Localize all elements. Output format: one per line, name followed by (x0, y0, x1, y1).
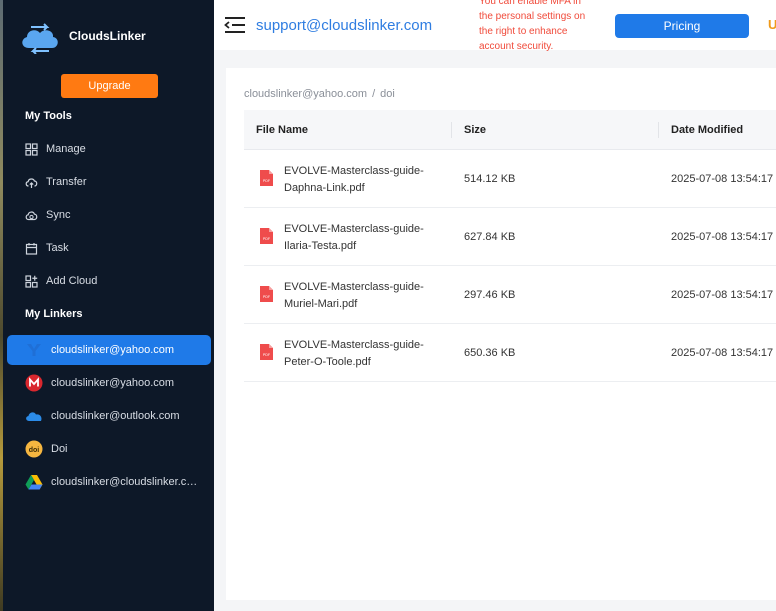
linker-item-mega[interactable]: cloudslinker@yahoo.com (7, 368, 211, 398)
nav-item-label: Sync (46, 209, 71, 221)
nav-item-label: Task (46, 242, 69, 254)
top-bar: support@cloudslinker.com You can enable … (214, 0, 776, 52)
nav-item-task[interactable]: Task (25, 238, 69, 258)
cloudslinker-logo-icon (22, 23, 58, 54)
breadcrumb: cloudslinker@yahoo.com / doi (244, 88, 395, 100)
truncated-header-item[interactable]: U (768, 17, 776, 32)
brand[interactable]: CloudsLinker (17, 18, 146, 54)
pricing-button[interactable]: Pricing (615, 14, 749, 38)
svg-text:doi: doi (29, 447, 40, 454)
column-divider (451, 122, 452, 138)
pdf-file-icon: PDF (260, 344, 273, 360)
onedrive-icon (25, 407, 43, 425)
file-name-line: EVOLVE-Masterclass-guide- (284, 223, 424, 235)
brand-name: CloudsLinker (69, 29, 146, 43)
linker-item-doi[interactable]: doi Doi (7, 434, 211, 464)
my-tools-title: My Tools (25, 110, 72, 122)
file-date-modified: 2025-07-08 13:54:17 (671, 173, 774, 185)
my-linkers-title: My Linkers (25, 308, 83, 320)
nav-item-manage[interactable]: Manage (25, 139, 86, 159)
file-name-line: Muriel-Mari.pdf (284, 298, 358, 310)
nav-item-label: Add Cloud (46, 275, 98, 287)
svg-text:PDF: PDF (263, 353, 271, 357)
file-name[interactable]: EVOLVE-Masterclass-guide- Muriel-Mari.pd… (284, 279, 434, 313)
column-header-size[interactable]: Size (464, 124, 486, 136)
mfa-notice: You can enable MFA in the personal setti… (479, 0, 609, 54)
mfa-notice-line: You can enable MFA in (479, 0, 581, 7)
nav-item-sync[interactable]: Sync (25, 205, 70, 225)
file-date-modified: 2025-07-08 13:54:17 (671, 347, 774, 359)
file-name-line: EVOLVE-Masterclass-guide- (284, 339, 424, 351)
linker-item-google-drive[interactable]: cloudslinker@cloudslinker.co... (7, 467, 211, 497)
pdf-file-icon: PDF (260, 228, 273, 244)
svg-text:PDF: PDF (263, 179, 271, 183)
pdf-file-icon: PDF (260, 286, 273, 302)
table-header: File Name Size Date Modified (244, 110, 776, 150)
file-size: 297.46 KB (464, 289, 516, 301)
column-header-file-name[interactable]: File Name (256, 124, 308, 136)
file-name-line: EVOLVE-Masterclass-guide- (284, 281, 424, 293)
file-name-line: EVOLVE-Masterclass-guide- (284, 165, 424, 177)
cloud-sync-icon (25, 210, 38, 220)
sidebar: CloudsLinker Upgrade My Tools Manage Tra… (3, 0, 214, 611)
doi-icon: doi (25, 440, 43, 458)
linker-label: cloudslinker@outlook.com (51, 410, 180, 422)
table-row[interactable]: PDF EVOLVE-Masterclass-guide- Peter-O-To… (244, 324, 776, 382)
file-name[interactable]: EVOLVE-Masterclass-guide- Peter-O-Toole.… (284, 337, 434, 371)
mfa-notice-line: account security. (479, 41, 554, 52)
column-header-date-modified[interactable]: Date Modified (671, 124, 743, 136)
file-date-modified: 2025-07-08 13:54:17 (671, 231, 774, 243)
nav-item-label: Manage (46, 143, 86, 155)
google-drive-icon (25, 473, 43, 491)
svg-text:PDF: PDF (263, 295, 271, 299)
main-content: support@cloudslinker.com You can enable … (214, 0, 776, 611)
file-size: 627.84 KB (464, 231, 516, 243)
file-size: 514.12 KB (464, 173, 516, 185)
linker-item-outlook[interactable]: cloudslinker@outlook.com (7, 401, 211, 431)
file-name-line: Ilaria-Testa.pdf (284, 240, 357, 252)
table-row[interactable]: PDF EVOLVE-Masterclass-guide- Daphna-Lin… (244, 150, 776, 208)
table-row[interactable]: PDF EVOLVE-Masterclass-guide- Ilaria-Tes… (244, 208, 776, 266)
file-browser-panel: cloudslinker@yahoo.com / doi File Name S… (226, 68, 776, 600)
file-name-line: Peter-O-Toole.pdf (284, 356, 371, 368)
calendar-icon (25, 242, 38, 255)
nav-item-add-cloud[interactable]: Add Cloud (25, 271, 97, 291)
breadcrumb-separator: / (372, 88, 376, 100)
pdf-file-icon: PDF (260, 170, 273, 186)
file-name-line: Daphna-Link.pdf (284, 182, 365, 194)
account-email: support@cloudslinker.com (256, 17, 433, 34)
svg-text:PDF: PDF (263, 237, 271, 241)
column-divider (658, 122, 659, 138)
linker-label: cloudslinker@cloudslinker.co... (51, 476, 201, 488)
file-size: 650.36 KB (464, 347, 516, 359)
linker-item-yahoo-active[interactable]: cloudslinker@yahoo.com (7, 335, 211, 365)
linker-label: cloudslinker@yahoo.com (51, 344, 175, 356)
nav-item-label: Transfer (46, 176, 87, 188)
mfa-notice-line: the personal settings on (479, 11, 586, 22)
file-date-modified: 2025-07-08 13:54:17 (671, 289, 774, 301)
linker-label: cloudslinker@yahoo.com (51, 377, 175, 389)
linker-label: Doi (51, 443, 68, 455)
collapse-menu-icon[interactable] (224, 16, 246, 34)
mfa-notice-line: the right to enhance (479, 26, 568, 37)
cloud-upload-icon (25, 177, 38, 188)
upgrade-button[interactable]: Upgrade (61, 74, 158, 98)
nav-item-transfer[interactable]: Transfer (25, 172, 87, 192)
mega-icon (25, 374, 43, 392)
file-name[interactable]: EVOLVE-Masterclass-guide- Ilaria-Testa.p… (284, 221, 434, 255)
add-grid-icon (25, 274, 38, 288)
breadcrumb-root[interactable]: cloudslinker@yahoo.com (244, 88, 367, 100)
file-name[interactable]: EVOLVE-Masterclass-guide- Daphna-Link.pd… (284, 163, 434, 197)
grid-icon (25, 142, 38, 156)
yahoo-icon (25, 341, 43, 359)
table-row[interactable]: PDF EVOLVE-Masterclass-guide- Muriel-Mar… (244, 266, 776, 324)
breadcrumb-current[interactable]: doi (380, 88, 395, 100)
